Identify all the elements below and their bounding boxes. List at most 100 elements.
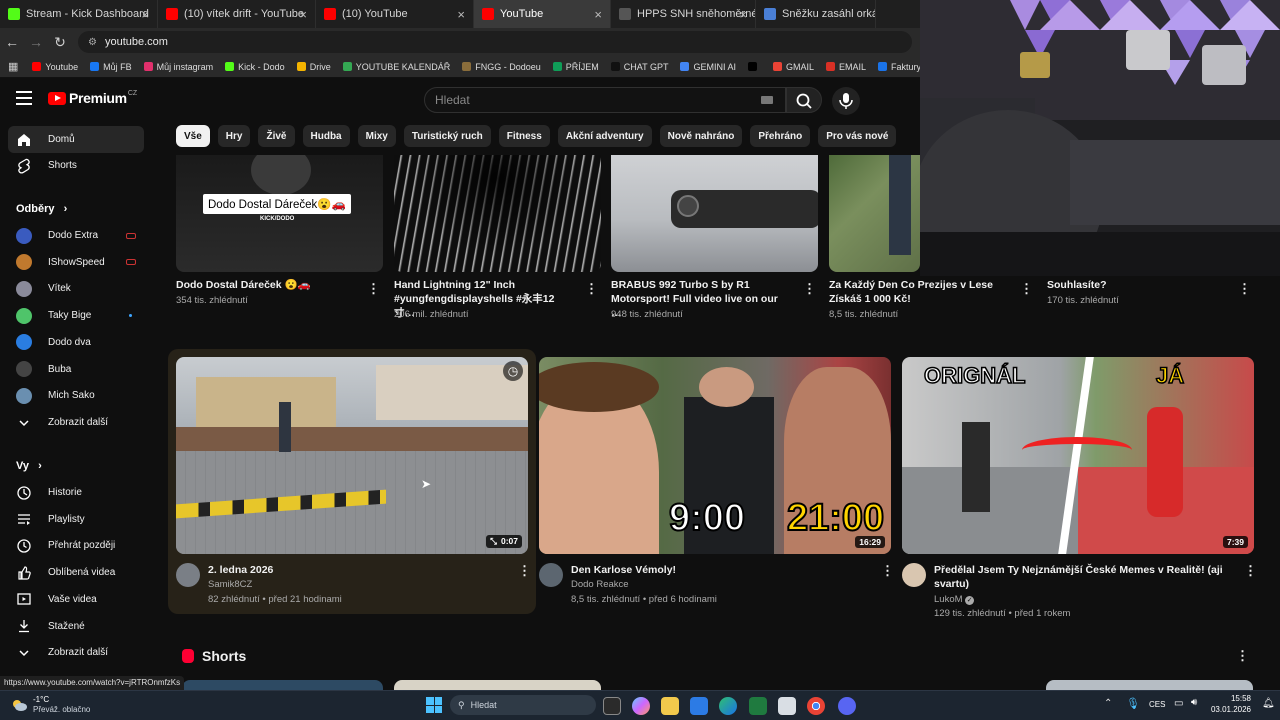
sidebar-subscription[interactable]: IShowSpeed bbox=[8, 249, 144, 276]
sidebar-item-download[interactable]: Stažené bbox=[8, 613, 144, 640]
channel-name[interactable]: Dodo Reakce bbox=[571, 577, 629, 592]
forward-icon[interactable]: → bbox=[24, 34, 48, 50]
bookmark-item[interactable]: Drive bbox=[296, 62, 331, 72]
bookmark-item[interactable]: EMAIL bbox=[826, 62, 866, 72]
search-button[interactable] bbox=[786, 87, 822, 113]
close-icon[interactable]: × bbox=[457, 7, 465, 22]
video-thumbnail[interactable] bbox=[394, 155, 601, 272]
notepad-icon[interactable] bbox=[778, 697, 796, 715]
bookmark-item[interactable]: FNGG - Dodoeu bbox=[462, 62, 541, 72]
video-thumbnail[interactable]: Dodo Dostal Dáreček😮🚗 KICK/DODO bbox=[176, 155, 383, 272]
sidebar-item-like[interactable]: Oblíbená videa bbox=[8, 559, 144, 586]
more-options-icon[interactable]: ⋮ bbox=[518, 563, 531, 579]
sidebar-item-playlist[interactable]: Playlisty bbox=[8, 506, 144, 533]
back-icon[interactable]: ← bbox=[0, 34, 24, 50]
more-options-icon[interactable]: ⋮ bbox=[367, 281, 380, 297]
copilot-icon[interactable] bbox=[632, 697, 650, 715]
chrome-icon[interactable] bbox=[807, 697, 825, 715]
youtube-logo[interactable]: Premium CZ bbox=[48, 90, 137, 106]
close-icon[interactable]: × bbox=[739, 7, 747, 22]
weather-temp[interactable]: -1°C bbox=[33, 695, 49, 704]
browser-tab[interactable]: (10) vítek drift - YouTube × bbox=[158, 0, 316, 28]
outlook-icon[interactable] bbox=[690, 697, 708, 715]
bookmark-item[interactable]: Youtube bbox=[32, 62, 78, 72]
bookmark-item[interactable]: Faktury - Vytváření bbox=[878, 62, 920, 72]
browser-tab[interactable]: HPPS SNH sněhoměrné stanice× bbox=[611, 0, 756, 28]
close-icon[interactable]: × bbox=[594, 7, 602, 22]
bookmark-item[interactable]: GEMINI AI bbox=[680, 62, 736, 72]
browser-tab[interactable]: Stream - Kick Dashboard × bbox=[0, 0, 158, 28]
sidebar-subscription[interactable]: Buba bbox=[8, 356, 144, 383]
more-options-icon[interactable]: ⋮ bbox=[803, 281, 816, 297]
bookmark-item[interactable]: CHAT GPT bbox=[610, 62, 668, 72]
microphone-icon[interactable]: 🎙︎ bbox=[1126, 697, 1140, 710]
video-thumbnail[interactable]: ORIGNÁL JÁ 7:39 bbox=[902, 357, 1254, 554]
keyboard-icon[interactable] bbox=[761, 96, 773, 104]
filter-chip[interactable]: Hudba bbox=[302, 125, 350, 147]
short-thumbnail[interactable] bbox=[182, 680, 383, 690]
bookmark-item[interactable]: YOUTUBE KALENDÁŘ bbox=[342, 62, 450, 72]
browser-tab[interactable]: YouTube × bbox=[474, 0, 611, 28]
video-thumbnail[interactable] bbox=[829, 155, 920, 272]
task-view-icon[interactable] bbox=[603, 697, 621, 715]
language-indicator[interactable]: CES bbox=[1149, 700, 1165, 709]
video-thumbnail[interactable]: ◷ ⤡ 0:07 bbox=[176, 357, 528, 554]
you-heading[interactable]: Vy › bbox=[16, 460, 42, 472]
filter-chip[interactable]: Nově nahráno bbox=[659, 125, 743, 147]
subscriptions-heading[interactable]: Odběry › bbox=[16, 203, 67, 215]
sidebar-show-more[interactable]: Zobrazit další bbox=[8, 409, 144, 436]
bookmark-item[interactable]: Kick - Dodo bbox=[225, 62, 285, 72]
sidebar-subscription[interactable]: Dodo Extra bbox=[8, 222, 144, 249]
video-title[interactable]: 2. ledna 2026 bbox=[208, 563, 498, 577]
filter-chip[interactable]: Přehráno bbox=[750, 125, 811, 147]
weather-icon[interactable] bbox=[10, 697, 28, 713]
more-options-icon[interactable]: ⋮ bbox=[881, 563, 894, 579]
short-thumbnail[interactable] bbox=[1046, 680, 1253, 690]
channel-name[interactable]: LukoM ✓ bbox=[934, 592, 975, 607]
search-input[interactable]: Hledat bbox=[424, 87, 786, 113]
sidebar-subscription[interactable]: Vítek bbox=[8, 275, 144, 302]
filter-chip[interactable]: Mixy bbox=[357, 125, 396, 147]
video-title[interactable]: Den Karlose Vémoly! bbox=[571, 563, 861, 577]
close-icon[interactable]: × bbox=[141, 7, 149, 22]
sidebar-item-watch-later[interactable]: Přehrát později bbox=[8, 532, 144, 559]
bookmark-item[interactable]: Můj instagram bbox=[143, 62, 213, 72]
more-options-icon[interactable]: ⋮ bbox=[1244, 563, 1257, 579]
more-options-icon[interactable]: ⋮ bbox=[1236, 648, 1249, 664]
more-options-icon[interactable]: ⋮ bbox=[1020, 281, 1033, 297]
sidebar-item-shorts[interactable]: Shorts bbox=[8, 152, 144, 179]
more-options-icon[interactable]: ⋮ bbox=[585, 281, 598, 297]
channel-avatar[interactable] bbox=[176, 563, 200, 587]
filter-chip[interactable]: Živě bbox=[258, 125, 295, 147]
channel-name[interactable]: Samik8CZ bbox=[208, 577, 252, 592]
video-title[interactable]: Za Každý Den Co Prezijes v Lese Získáš 1… bbox=[829, 278, 1009, 306]
sidebar-item-home[interactable]: Domů bbox=[8, 126, 144, 153]
url-field[interactable]: ⚙ youtube.com bbox=[78, 31, 912, 53]
sidebar-subscription[interactable]: Mich Sako bbox=[8, 382, 144, 409]
filter-chip[interactable]: Hry bbox=[217, 125, 251, 147]
bookmark-item[interactable]: GMAIL bbox=[772, 62, 814, 72]
video-thumbnail[interactable] bbox=[611, 155, 818, 272]
windows-start-icon[interactable] bbox=[426, 697, 442, 713]
sidebar-item-history[interactable]: Historie bbox=[8, 479, 144, 506]
menu-icon[interactable] bbox=[16, 91, 32, 105]
apps-grid-icon[interactable]: ▦ bbox=[8, 60, 18, 73]
bookmark-item[interactable] bbox=[747, 62, 761, 71]
excel-icon[interactable] bbox=[749, 697, 767, 715]
browser-tab[interactable]: Sněžku zasáhl orkán, v bbox=[756, 0, 876, 28]
bookmark-item[interactable]: Můj FB bbox=[90, 62, 132, 72]
reload-icon[interactable]: ↻ bbox=[48, 34, 72, 51]
bookmark-item[interactable]: PŘÍJEM bbox=[552, 62, 599, 72]
voice-search-button[interactable] bbox=[832, 87, 860, 115]
file-explorer-icon[interactable] bbox=[661, 697, 679, 715]
edge-icon[interactable] bbox=[719, 697, 737, 715]
chevron-up-icon[interactable]: ⌃ bbox=[1104, 698, 1112, 709]
sidebar-you-show-more[interactable]: Zobrazit další bbox=[8, 639, 144, 666]
volume-icon[interactable]: 🔊︎ bbox=[1191, 697, 1197, 708]
discord-icon[interactable] bbox=[838, 697, 856, 715]
filter-chip[interactable]: Turistický ruch bbox=[403, 125, 491, 147]
clock-date[interactable]: 03.01.2026 bbox=[1208, 705, 1251, 714]
filter-chip[interactable]: Akční adventury bbox=[557, 125, 652, 147]
more-options-icon[interactable]: ⋮ bbox=[1238, 281, 1251, 297]
filter-chip[interactable]: Vše bbox=[176, 125, 210, 147]
